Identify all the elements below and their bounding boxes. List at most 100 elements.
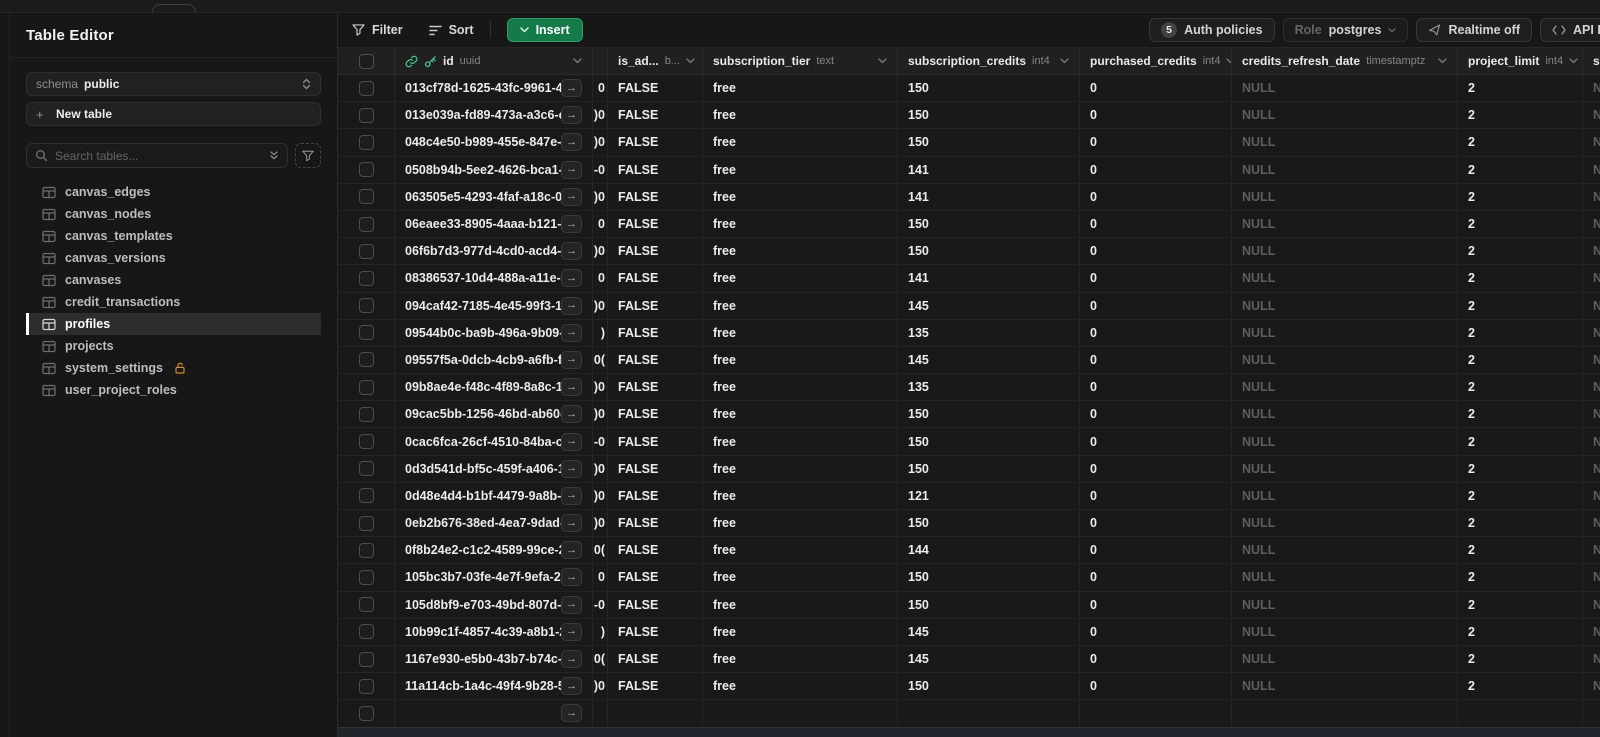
sidebar-table-item-profiles[interactable]: profiles xyxy=(26,313,321,335)
cell-project-limit[interactable]: 2 xyxy=(1458,292,1583,319)
fk-arrow-button[interactable]: → xyxy=(561,296,582,315)
cell-next-clipped[interactable]: NULL xyxy=(1583,293,1600,319)
cell-purchased-credits[interactable]: 0 xyxy=(1080,618,1232,645)
fk-arrow-button[interactable]: → xyxy=(561,459,582,478)
cell-project-limit[interactable]: 2 xyxy=(1458,482,1583,509)
cell-id[interactable]: 06eaee33-8905-4aaa-b121-ab552...→ xyxy=(395,210,593,238)
cell-is-admin[interactable]: FALSE xyxy=(608,102,703,129)
cell-credits-refresh-date[interactable]: NULL xyxy=(1232,401,1458,428)
cell-next-clipped[interactable]: NULL xyxy=(1583,238,1600,264)
cell-project-limit[interactable]: 2 xyxy=(1458,156,1583,183)
cell-id[interactable]: 013cf78d-1625-43fc-9961-442189...→ xyxy=(395,75,593,102)
cell-credits-refresh-date[interactable]: NULL xyxy=(1232,482,1458,509)
cell-credits-refresh-date[interactable]: NULL xyxy=(1232,102,1458,129)
cell-subscription-credits[interactable]: 150 xyxy=(898,455,1080,482)
cell-project-limit[interactable]: 2 xyxy=(1458,210,1583,238)
cell-subscription-tier[interactable]: free xyxy=(703,537,898,564)
fk-arrow-button[interactable]: → xyxy=(561,486,582,505)
cell-credits-refresh-date[interactable]: NULL xyxy=(1232,319,1458,346)
row-checkbox[interactable] xyxy=(358,461,374,477)
cell-next-clipped[interactable]: NULL xyxy=(1583,564,1600,590)
cell-credits-refresh-date[interactable]: NULL xyxy=(1232,673,1458,700)
fk-arrow-button[interactable]: → xyxy=(561,568,582,587)
cell-subscription-tier[interactable]: free xyxy=(703,673,898,700)
cell-purchased-credits[interactable]: 0 xyxy=(1080,102,1232,129)
cell-subscription-credits[interactable]: 144 xyxy=(898,537,1080,564)
row-checkbox[interactable] xyxy=(358,569,374,585)
cell-project-limit[interactable]: 2 xyxy=(1458,129,1583,156)
cell-subscription-credits[interactable]: 135 xyxy=(898,374,1080,401)
row-checkbox[interactable] xyxy=(358,651,374,667)
cell-subscription-credits[interactable]: 145 xyxy=(898,292,1080,319)
row-checkbox[interactable] xyxy=(358,488,374,504)
cell-credits-refresh-date[interactable]: NULL xyxy=(1232,75,1458,102)
cell-next-clipped[interactable]: NULL xyxy=(1583,646,1600,672)
cell-subscription-credits[interactable]: 135 xyxy=(898,319,1080,346)
column-header-purchased_credits[interactable]: purchased_credits int4 xyxy=(1080,48,1232,74)
chevrons-double-down-icon[interactable] xyxy=(269,150,279,161)
cell-subscription-tier[interactable]: free xyxy=(703,292,898,319)
cell-purchased-credits[interactable]: 0 xyxy=(1080,210,1232,238)
cell-id[interactable]: 0508b94b-5ee2-4626-bca1-4bca...→ xyxy=(395,156,593,183)
row-checkbox[interactable] xyxy=(358,705,374,721)
fk-arrow-button[interactable]: → xyxy=(561,323,582,342)
cell-purchased-credits[interactable]: 0 xyxy=(1080,428,1232,455)
cell-is-admin[interactable]: FALSE xyxy=(608,374,703,401)
cell-purchased-credits[interactable]: 0 xyxy=(1080,591,1232,618)
cell-subscription-credits[interactable]: 150 xyxy=(898,428,1080,455)
role-select-button[interactable]: Role postgres xyxy=(1282,18,1409,42)
cell-is-admin[interactable]: FALSE xyxy=(608,482,703,509)
cell-project-limit[interactable]: 2 xyxy=(1458,645,1583,673)
chevron-down-icon[interactable] xyxy=(878,58,887,64)
cell-project-limit[interactable]: 2 xyxy=(1458,75,1583,102)
cell-is-admin[interactable]: FALSE xyxy=(608,129,703,156)
cell-project-limit[interactable]: 2 xyxy=(1458,346,1583,374)
column-header-project_limit[interactable]: project_limit int4 xyxy=(1458,48,1583,74)
cell-is-admin[interactable]: FALSE xyxy=(608,210,703,238)
cell-credits-refresh-date[interactable]: NULL xyxy=(1232,537,1458,564)
cell-is-admin[interactable]: FALSE xyxy=(608,510,703,537)
fk-arrow-button[interactable]: → xyxy=(561,242,582,261)
cell-is-admin[interactable]: FALSE xyxy=(608,537,703,564)
cell-subscription-tier[interactable]: free xyxy=(703,156,898,183)
cell-project-limit[interactable]: 2 xyxy=(1458,102,1583,129)
row-checkbox[interactable] xyxy=(358,515,374,531)
cell-is-admin[interactable]: FALSE xyxy=(608,591,703,618)
cell-id[interactable]: 08386537-10d4-488a-a11e-eb5a6...→ xyxy=(395,265,593,292)
select-all-header[interactable] xyxy=(338,48,395,74)
cell-next-clipped[interactable]: NULL xyxy=(1583,129,1600,155)
cell-subscription-credits[interactable]: 150 xyxy=(898,129,1080,156)
cell-credits-refresh-date[interactable]: NULL xyxy=(1232,455,1458,482)
cell-credits-refresh-date[interactable]: NULL xyxy=(1232,510,1458,537)
cell-subscription-tier[interactable]: free xyxy=(703,591,898,618)
cell-is-admin[interactable]: FALSE xyxy=(608,673,703,700)
cell-credits-refresh-date[interactable]: NULL xyxy=(1232,238,1458,265)
cell-credits-refresh-date[interactable]: NULL xyxy=(1232,618,1458,645)
fk-arrow-button[interactable]: → xyxy=(561,269,582,288)
cell-subscription-tier[interactable]: free xyxy=(703,510,898,537)
cell-id[interactable]: 048c4e50-b989-455e-847e-fb2f...→ xyxy=(395,129,593,156)
cell-purchased-credits[interactable]: 0 xyxy=(1080,482,1232,509)
cell-subscription-tier[interactable]: free xyxy=(703,428,898,455)
cell-credits-refresh-date[interactable]: NULL xyxy=(1232,265,1458,292)
cell-next-clipped[interactable]: NULL xyxy=(1583,428,1600,454)
filter-button[interactable]: Filter xyxy=(352,23,403,37)
fk-arrow-button[interactable]: → xyxy=(561,432,582,451)
cell-subscription-credits[interactable]: 141 xyxy=(898,156,1080,183)
cell-next-clipped[interactable]: NULL xyxy=(1583,184,1600,210)
cell-is-admin[interactable]: FALSE xyxy=(608,265,703,292)
sidebar-table-item-canvases[interactable]: canvases xyxy=(26,269,321,291)
row-checkbox[interactable] xyxy=(358,243,374,259)
sidebar-table-item-user_project_roles[interactable]: user_project_roles xyxy=(26,379,321,401)
cell-purchased-credits[interactable]: 0 xyxy=(1080,374,1232,401)
cell-subscription-tier[interactable]: free xyxy=(703,455,898,482)
fk-arrow-button[interactable]: → xyxy=(561,215,582,234)
sidebar-table-item-credit_transactions[interactable]: credit_transactions xyxy=(26,291,321,313)
column-header-su[interactable]: su xyxy=(1583,48,1600,74)
fk-arrow-button[interactable]: → xyxy=(561,595,582,614)
cell-next-clipped[interactable]: NULL xyxy=(1583,592,1600,618)
cell-credits-refresh-date[interactable]: NULL xyxy=(1232,210,1458,238)
column-header-id[interactable]: id uuid xyxy=(395,48,593,74)
cell-id[interactable]: 09557f5a-0dcb-4cb9-a6fb-fff366...→ xyxy=(395,346,593,374)
cell-subscription-tier[interactable]: free xyxy=(703,618,898,645)
